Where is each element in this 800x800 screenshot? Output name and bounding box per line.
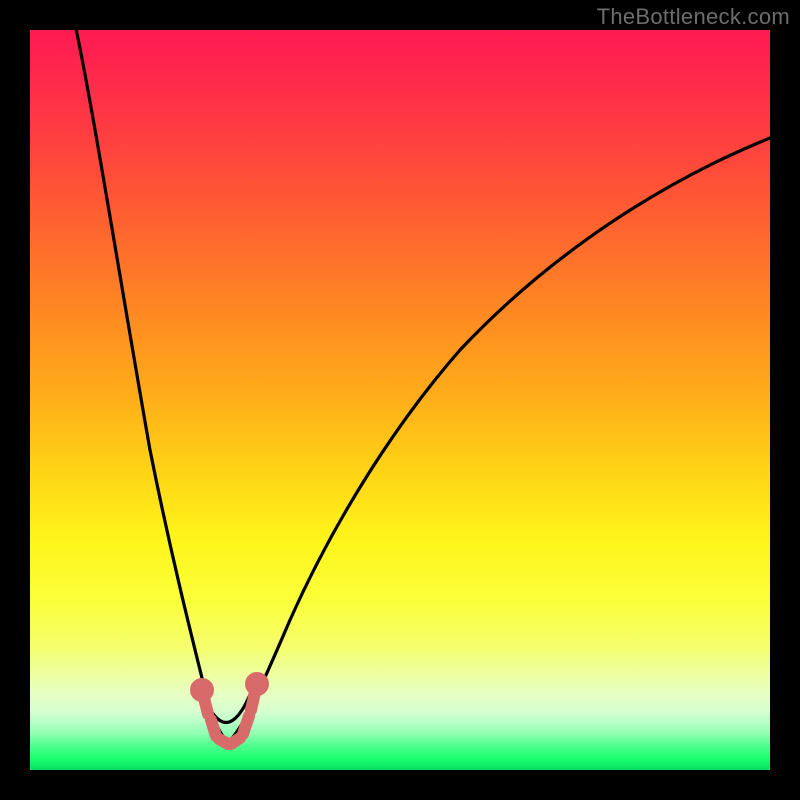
right-curve [230, 133, 770, 740]
plot-area [30, 30, 770, 770]
curve-layer [30, 30, 770, 770]
left-curve [74, 30, 228, 742]
trough-markers [196, 678, 263, 744]
watermark-text: TheBottleneck.com [597, 4, 790, 30]
chart-frame: TheBottleneck.com [0, 0, 800, 800]
